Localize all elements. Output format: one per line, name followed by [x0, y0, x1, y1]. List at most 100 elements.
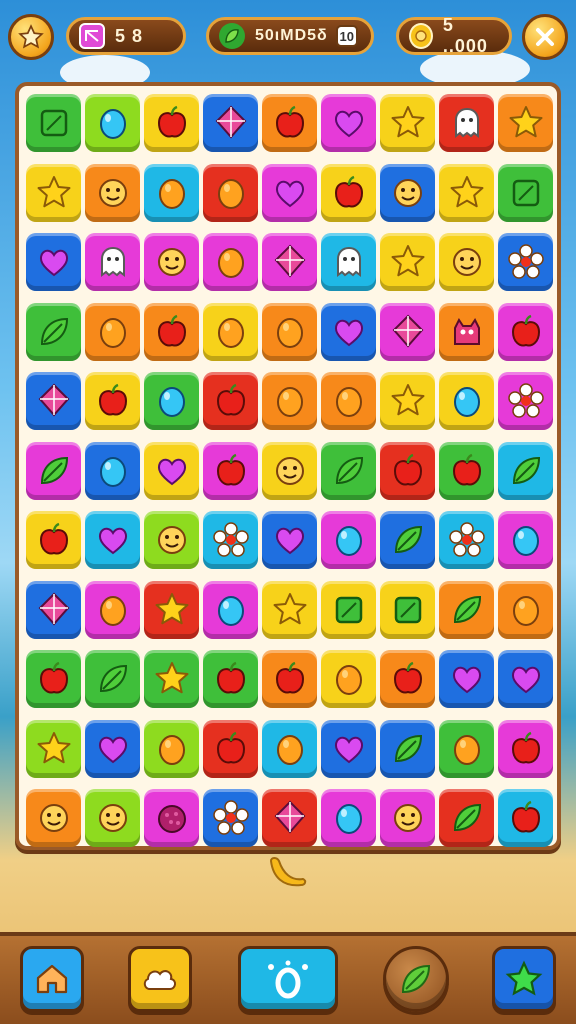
tile-leaf[interactable]	[439, 789, 494, 847]
tile-apple[interactable]	[85, 372, 140, 430]
tile-apple[interactable]	[321, 163, 376, 222]
tile-face[interactable]	[439, 233, 494, 291]
tile-kite[interactable]	[26, 372, 81, 430]
tile-face[interactable]	[85, 163, 140, 222]
tile-orange[interactable]	[144, 719, 199, 778]
tile-face[interactable]	[85, 789, 140, 847]
close-button[interactable]	[522, 14, 568, 60]
tile-orange[interactable]	[144, 163, 199, 222]
tile-star[interactable]	[439, 163, 494, 222]
tile-heart[interactable]	[439, 650, 494, 708]
tile-apple[interactable]	[498, 302, 553, 361]
tile-leaf[interactable]	[380, 511, 435, 569]
tile-orange[interactable]	[85, 302, 140, 361]
tile-heart[interactable]	[262, 163, 317, 222]
tile-monster[interactable]	[439, 302, 494, 361]
tile-apple[interactable]	[262, 650, 317, 708]
tile-heart[interactable]	[85, 511, 140, 569]
tile-star[interactable]	[380, 372, 435, 430]
tile-flower[interactable]	[203, 511, 258, 569]
tile-apple[interactable]	[498, 719, 553, 778]
tile-orange[interactable]	[203, 302, 258, 361]
tile-heart[interactable]	[26, 233, 81, 291]
tile-orange[interactable]	[439, 719, 494, 778]
tile-flower[interactable]	[498, 372, 553, 430]
tile-orange[interactable]	[321, 650, 376, 708]
tile-face[interactable]	[144, 511, 199, 569]
tile-apple[interactable]	[203, 650, 258, 708]
star-button[interactable]	[492, 946, 556, 1012]
cloud-button[interactable]	[128, 946, 192, 1012]
tile-star[interactable]	[26, 719, 81, 778]
tile-heart[interactable]	[321, 719, 376, 778]
tile-leaf[interactable]	[498, 441, 553, 500]
tile-ghost[interactable]	[85, 233, 140, 291]
tile-kite[interactable]	[262, 233, 317, 291]
tile-orange[interactable]	[262, 372, 317, 430]
tile-orange[interactable]	[498, 580, 553, 639]
home-button[interactable]	[20, 946, 84, 1012]
tile-leaf[interactable]	[26, 302, 81, 361]
tile-heart[interactable]	[321, 302, 376, 361]
tile-square[interactable]	[380, 580, 435, 639]
tile-flower[interactable]	[498, 233, 553, 291]
tile-apple[interactable]	[26, 650, 81, 708]
star-button[interactable]	[8, 14, 54, 60]
tile-star[interactable]	[498, 94, 553, 152]
tile-leaf[interactable]	[321, 441, 376, 500]
tile-kite[interactable]	[262, 789, 317, 847]
tile-drop[interactable]	[85, 441, 140, 500]
tile-leaf[interactable]	[85, 650, 140, 708]
tile-heart[interactable]	[321, 94, 376, 152]
tile-star[interactable]	[380, 233, 435, 291]
tile-orange[interactable]	[203, 233, 258, 291]
tile-apple[interactable]	[262, 94, 317, 152]
tile-drop[interactable]	[321, 511, 376, 569]
tile-face[interactable]	[26, 789, 81, 847]
tile-face[interactable]	[380, 163, 435, 222]
tile-flower[interactable]	[203, 789, 258, 847]
tile-leaf[interactable]	[26, 441, 81, 500]
tile-drop[interactable]	[321, 789, 376, 847]
tile-orange[interactable]	[203, 163, 258, 222]
tile-face[interactable]	[380, 789, 435, 847]
tile-star[interactable]	[380, 94, 435, 152]
tile-orange[interactable]	[85, 580, 140, 639]
booster-button[interactable]	[238, 946, 338, 1012]
tile-apple[interactable]	[439, 441, 494, 500]
tile-square[interactable]	[498, 163, 553, 222]
tile-orange[interactable]	[262, 719, 317, 778]
tile-star[interactable]	[144, 580, 199, 639]
tile-face[interactable]	[262, 441, 317, 500]
tile-star[interactable]	[262, 580, 317, 639]
tile-heart[interactable]	[262, 511, 317, 569]
tile-heart[interactable]	[144, 441, 199, 500]
tile-ghost[interactable]	[321, 233, 376, 291]
tile-leaf[interactable]	[439, 580, 494, 639]
tile-apple[interactable]	[26, 511, 81, 569]
tile-star[interactable]	[26, 163, 81, 222]
tile-kite[interactable]	[26, 580, 81, 639]
tile-drop[interactable]	[85, 94, 140, 152]
tile-drop[interactable]	[439, 372, 494, 430]
tile-heart[interactable]	[498, 650, 553, 708]
tile-orange[interactable]	[262, 302, 317, 361]
tile-orange[interactable]	[321, 372, 376, 430]
tile-drop[interactable]	[144, 372, 199, 430]
tile-kite[interactable]	[380, 302, 435, 361]
tile-star[interactable]	[144, 650, 199, 708]
tile-heart[interactable]	[85, 719, 140, 778]
tile-flower[interactable]	[439, 511, 494, 569]
tile-apple[interactable]	[380, 650, 435, 708]
tile-square[interactable]	[321, 580, 376, 639]
tile-kite[interactable]	[203, 94, 258, 152]
tile-leaf[interactable]	[380, 719, 435, 778]
tile-apple[interactable]	[203, 719, 258, 778]
tile-apple[interactable]	[144, 94, 199, 152]
tile-apple[interactable]	[203, 372, 258, 430]
tile-apple[interactable]	[144, 302, 199, 361]
tile-berry[interactable]	[144, 789, 199, 847]
tile-ghost[interactable]	[439, 94, 494, 152]
tile-square[interactable]	[26, 94, 81, 152]
tile-apple[interactable]	[498, 789, 553, 847]
